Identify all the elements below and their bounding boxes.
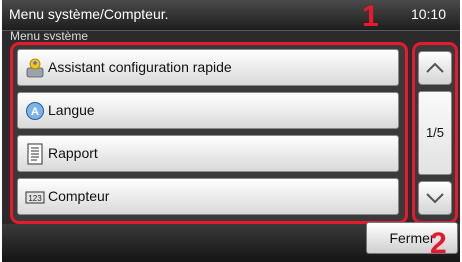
wizard-icon bbox=[25, 57, 45, 79]
callout-number-1: 1 bbox=[362, 0, 379, 33]
screen-title: Menu système/Compteur. bbox=[9, 6, 169, 22]
menu-item-counter[interactable]: 123 Compteur bbox=[17, 178, 399, 215]
callout-number-2: 2 bbox=[430, 227, 447, 260]
clock: 10:10 bbox=[410, 6, 446, 22]
svg-text:A: A bbox=[31, 106, 39, 118]
menu-item-language[interactable]: A Langue bbox=[17, 92, 399, 129]
title-bar: Menu système/Compteur. 10:10 bbox=[2, 0, 460, 31]
page-scroller: 1/5 bbox=[412, 42, 458, 224]
svg-text:123: 123 bbox=[28, 194, 42, 203]
report-icon bbox=[25, 143, 45, 165]
menu-item-label: Langue bbox=[48, 102, 95, 118]
scroll-down-button[interactable] bbox=[418, 181, 452, 215]
page-number: 1/5 bbox=[425, 125, 445, 140]
scroll-up-button[interactable] bbox=[418, 51, 452, 85]
menu-item-quick-setup[interactable]: Assistant configuration rapide bbox=[17, 49, 399, 86]
language-icon: A bbox=[25, 100, 45, 122]
device-screen: Menu système/Compteur. 10:10 Menu systèm… bbox=[2, 0, 460, 262]
menu-item-label: Compteur bbox=[48, 188, 110, 204]
menu-item-label: Assistant configuration rapide bbox=[48, 59, 232, 75]
page-indicator: 1/5 bbox=[418, 91, 452, 175]
menu-item-report[interactable]: Rapport bbox=[17, 135, 399, 172]
counter-icon: 123 bbox=[25, 186, 45, 208]
menu-item-label: Rapport bbox=[48, 145, 98, 161]
menu-list: Assistant configuration rapide A Langue bbox=[10, 42, 408, 224]
screen-subtitle: Menu système bbox=[10, 30, 89, 40]
